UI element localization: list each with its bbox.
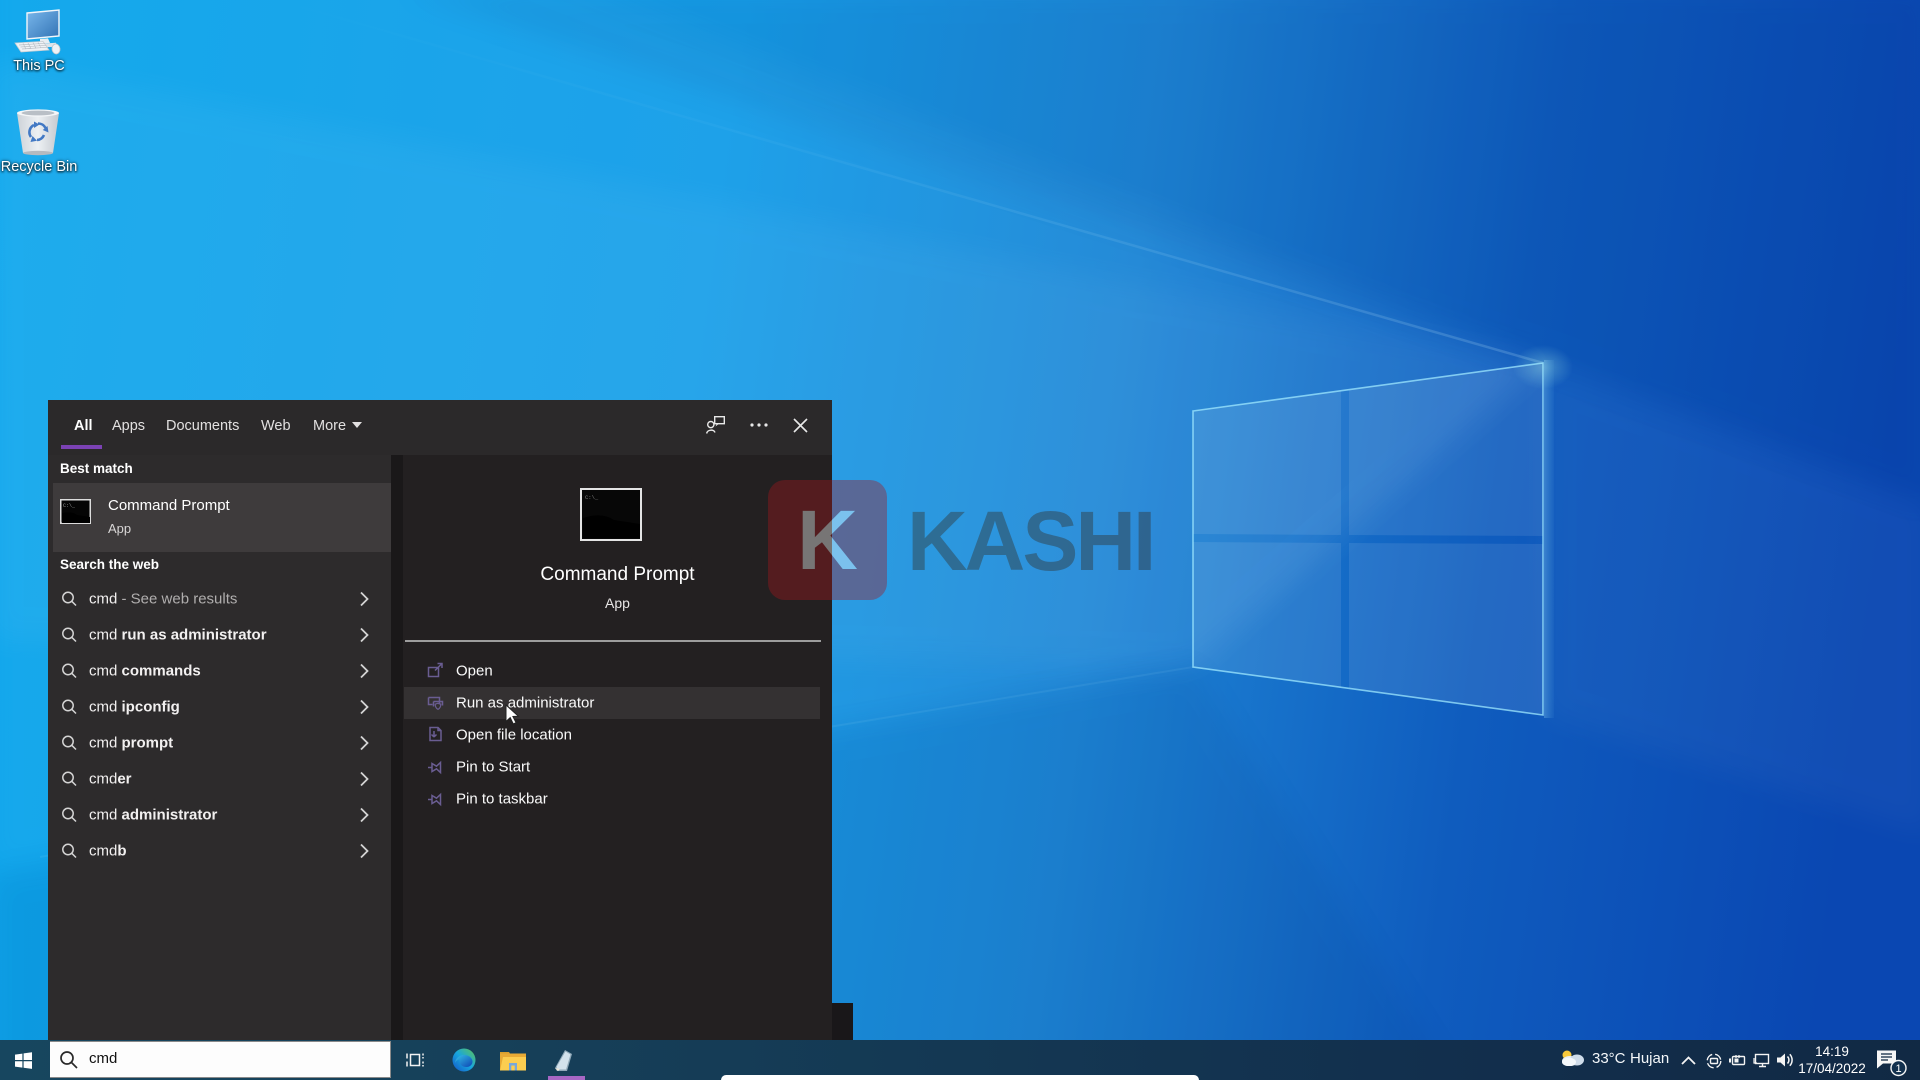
svg-text:1: 1 bbox=[1895, 1063, 1901, 1075]
svg-text:C:\_: C:\_ bbox=[585, 494, 599, 501]
